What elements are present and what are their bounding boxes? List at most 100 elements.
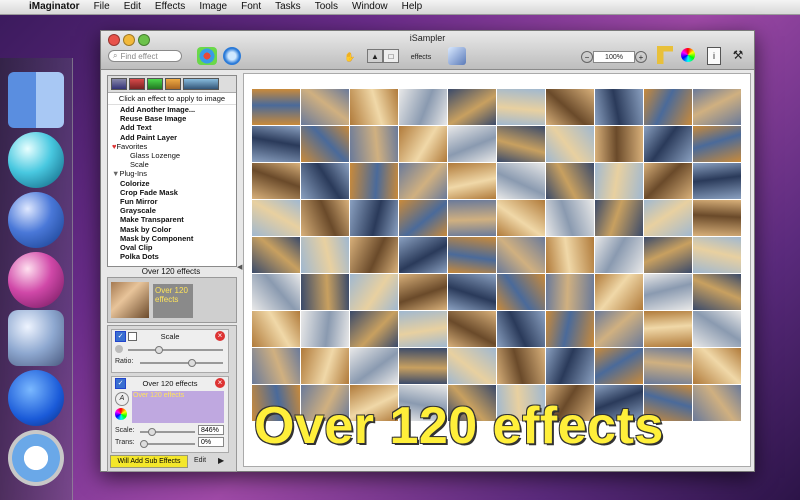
list-item[interactable]: Add Paint Layer	[108, 133, 236, 142]
effect-thumbnail[interactable]	[350, 89, 398, 125]
effect-thumbnail[interactable]	[546, 163, 594, 199]
effect-thumbnail[interactable]	[595, 348, 643, 384]
effect-thumbnail[interactable]	[399, 200, 447, 236]
secondary-checkbox[interactable]	[128, 332, 137, 341]
list-item[interactable]: Polka Dots	[108, 252, 236, 261]
marquee-tool-button[interactable]: □	[383, 49, 399, 63]
menu-app[interactable]: iMaginator	[22, 0, 87, 14]
effect-thumbnail[interactable]	[693, 274, 741, 310]
menu-edit[interactable]: Edit	[117, 0, 148, 14]
effect-thumbnail[interactable]	[301, 89, 349, 125]
effect-thumbnail[interactable]	[350, 311, 398, 347]
puzzle-icon[interactable]	[197, 47, 217, 65]
effect-thumbnail[interactable]	[399, 274, 447, 310]
crystal-ball-blue-icon[interactable]	[8, 192, 64, 248]
effect-thumbnail[interactable]	[693, 348, 741, 384]
text-scale-slider[interactable]	[140, 428, 195, 436]
crystal-ball-cyan-icon[interactable]	[8, 132, 64, 188]
effect-thumbnail[interactable]	[546, 274, 594, 310]
effect-thumbnail[interactable]	[301, 274, 349, 310]
chip-icon[interactable]	[147, 78, 163, 90]
remove-effect-icon[interactable]: ×	[215, 331, 225, 341]
slider-knob[interactable]	[148, 428, 157, 436]
effects-popup[interactable]: effects	[407, 49, 435, 65]
menu-file[interactable]: File	[87, 0, 117, 14]
menu-window[interactable]: Window	[345, 0, 395, 14]
color-wheel-icon[interactable]	[115, 408, 127, 420]
trans-field[interactable]: 0%	[198, 437, 224, 447]
list-item[interactable]: Scale	[108, 160, 236, 169]
effect-thumbnail[interactable]	[546, 237, 594, 273]
zoom-out-icon[interactable]: −	[581, 51, 593, 63]
effect-thumbnail[interactable]	[399, 163, 447, 199]
menu-tasks[interactable]: Tasks	[268, 0, 308, 14]
edit-button[interactable]: Edit	[194, 457, 206, 464]
effect-thumbnail[interactable]	[252, 126, 300, 162]
effect-thumbnail[interactable]	[595, 89, 643, 125]
effect-thumbnail[interactable]	[644, 237, 692, 273]
menu-help[interactable]: Help	[395, 0, 430, 14]
plugins-header[interactable]: ▼Plug-Ins	[108, 169, 236, 178]
effect-thumbnail[interactable]	[399, 89, 447, 125]
zoom-in-icon[interactable]: +	[635, 51, 647, 63]
list-item[interactable]: Mask by Component	[108, 234, 236, 243]
scale-slider[interactable]	[128, 346, 223, 354]
menu-image[interactable]: Image	[192, 0, 234, 14]
effect-thumbnail[interactable]	[350, 200, 398, 236]
effect-thumbnail[interactable]	[448, 237, 496, 273]
effect-thumbnail[interactable]	[595, 126, 643, 162]
list-item[interactable]: Fun Mirror	[108, 197, 236, 206]
add-sub-effects-button[interactable]: Will Add Sub Effects	[110, 455, 188, 468]
effect-thumbnail[interactable]	[301, 163, 349, 199]
refresh-icon[interactable]	[223, 47, 241, 65]
effect-thumbnail[interactable]	[252, 89, 300, 125]
trans-slider[interactable]	[140, 440, 195, 448]
effect-thumbnail[interactable]	[448, 311, 496, 347]
effect-thumbnail[interactable]	[497, 89, 545, 125]
enable-checkbox[interactable]: ✓	[115, 378, 126, 389]
menu-effects[interactable]: Effects	[148, 0, 192, 14]
font-icon[interactable]: A	[115, 392, 129, 406]
chip-icon[interactable]	[129, 78, 145, 90]
list-item[interactable]: Mask by Color	[108, 225, 236, 234]
effect-thumbnail[interactable]	[546, 89, 594, 125]
favorites-header[interactable]: ♥Favorites	[108, 142, 236, 151]
list-item[interactable]: Add Text	[108, 123, 236, 132]
effect-thumbnail[interactable]	[595, 163, 643, 199]
enable-checkbox[interactable]: ✓	[115, 331, 126, 342]
effect-thumbnail[interactable]	[497, 126, 545, 162]
ratio-slider[interactable]	[140, 359, 223, 367]
effect-thumbnail[interactable]	[497, 163, 545, 199]
collapse-arrow-icon[interactable]: ◀	[237, 263, 242, 271]
info-icon[interactable]: i	[707, 47, 721, 65]
safari-icon[interactable]	[8, 430, 64, 486]
list-item[interactable]: Colorize	[108, 179, 236, 188]
effect-thumbnail[interactable]	[448, 274, 496, 310]
effect-thumbnail[interactable]	[350, 348, 398, 384]
effect-thumbnail[interactable]	[448, 200, 496, 236]
slider-knob[interactable]	[140, 440, 148, 448]
effect-thumbnail[interactable]	[497, 200, 545, 236]
list-item[interactable]: Crop Fade Mask	[108, 188, 236, 197]
ruler-icon[interactable]	[657, 46, 673, 64]
effect-thumbnail[interactable]	[546, 311, 594, 347]
finder-icon[interactable]	[8, 72, 64, 128]
effect-thumbnail[interactable]	[693, 163, 741, 199]
crystal-ball-pink-icon[interactable]	[8, 252, 64, 308]
effect-thumbnail[interactable]	[644, 348, 692, 384]
effect-thumbnail[interactable]	[497, 348, 545, 384]
effect-thumbnail[interactable]	[644, 274, 692, 310]
list-item[interactable]: Glass Lozenge	[108, 151, 236, 160]
scale-field[interactable]: 846%	[198, 425, 224, 435]
menu-font[interactable]: Font	[234, 0, 268, 14]
list-item[interactable]: Add Another Image...	[108, 105, 236, 114]
chip-icon[interactable]	[111, 78, 127, 90]
list-item[interactable]: Grayscale	[108, 206, 236, 215]
iso-cube-icon[interactable]	[448, 47, 466, 65]
zoom-field[interactable]: 100%	[593, 51, 635, 63]
effect-thumbnail[interactable]	[693, 237, 741, 273]
list-item[interactable]: Make Transparent	[108, 215, 236, 224]
effect-thumbnail[interactable]	[448, 348, 496, 384]
effect-thumbnail[interactable]	[350, 274, 398, 310]
effect-thumbnail[interactable]	[252, 348, 300, 384]
